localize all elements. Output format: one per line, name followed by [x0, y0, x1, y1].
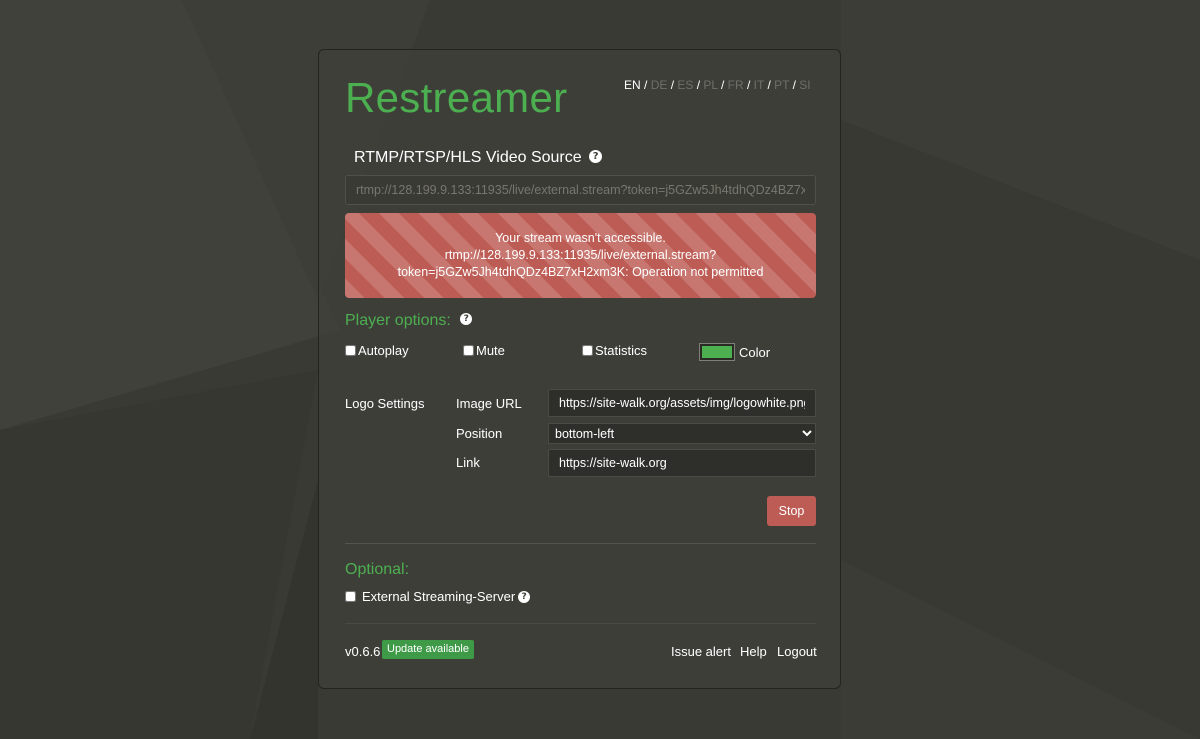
language-switcher: EN / DE / ES / PL / FR / IT / PT / SI — [624, 78, 811, 92]
video-source-heading: RTMP/RTSP/HLS Video Source ? — [354, 149, 603, 167]
player-options-title: Player options: — [345, 312, 451, 329]
position-select[interactable]: bottom-left — [548, 423, 816, 444]
color-picker[interactable] — [699, 343, 735, 361]
link-label: Link — [456, 455, 480, 470]
mute-label: Mute — [476, 343, 505, 358]
statistics-option[interactable]: Statistics — [582, 343, 647, 358]
stop-button[interactable]: Stop — [767, 496, 816, 526]
autoplay-checkbox[interactable] — [345, 345, 356, 356]
logout-link[interactable]: Logout — [777, 644, 817, 659]
lang-si[interactable]: SI — [799, 78, 810, 92]
statistics-label: Statistics — [595, 343, 648, 358]
autoplay-option[interactable]: Autoplay — [345, 343, 409, 358]
question-circle-icon[interactable]: ? — [460, 313, 473, 326]
color-option: Color — [699, 343, 771, 361]
app-title: Restreamer — [345, 74, 568, 121]
mute-checkbox[interactable] — [463, 345, 474, 356]
logo-settings-label: Logo Settings — [345, 396, 425, 411]
question-circle-icon[interactable]: ? — [518, 590, 531, 603]
lang-it[interactable]: IT — [754, 78, 764, 92]
external-server-checkbox[interactable] — [345, 591, 356, 602]
version-text: v0.6.6 — [345, 644, 381, 659]
lang-pl[interactable]: PL — [703, 78, 717, 92]
stream-error-alert: Your stream wasn't accessible. rtmp://12… — [345, 213, 816, 298]
update-available-badge[interactable]: Update available — [382, 640, 474, 659]
image-url-label: Image URL — [456, 396, 522, 411]
optional-title: Optional: — [345, 561, 410, 578]
image-url-input[interactable] — [548, 389, 816, 417]
section-divider — [345, 543, 816, 544]
footer-divider — [345, 623, 816, 624]
question-circle-icon[interactable]: ? — [589, 149, 603, 163]
issue-alert-link[interactable]: Issue alert — [671, 644, 731, 659]
autoplay-label: Autoplay — [358, 343, 409, 358]
player-options-heading: Player options: ? — [345, 312, 473, 330]
external-server-label: External Streaming-Server — [362, 589, 516, 604]
error-url: rtmp://128.199.9.133:11935/live/external… — [444, 248, 717, 262]
video-source-input[interactable] — [345, 175, 816, 205]
lang-de[interactable]: DE — [651, 78, 668, 92]
mute-option[interactable]: Mute — [463, 343, 505, 358]
position-label: Position — [456, 426, 503, 441]
video-source-label: RTMP/RTSP/HLS Video Source — [354, 149, 582, 166]
statistics-checkbox[interactable] — [582, 345, 593, 356]
lang-en[interactable]: EN — [624, 78, 641, 92]
lang-es[interactable]: ES — [677, 78, 693, 92]
lang-fr[interactable]: FR — [728, 78, 744, 92]
help-link[interactable]: Help — [740, 644, 767, 659]
external-server-option[interactable]: External Streaming-Server ? — [345, 589, 531, 604]
lang-pt[interactable]: PT — [774, 78, 789, 92]
error-message: Your stream wasn't accessible. — [495, 231, 666, 245]
restreamer-panel: Restreamer EN / DE / ES / PL / FR / IT /… — [318, 49, 841, 689]
color-label: Color — [739, 344, 771, 360]
error-detail: token=j5GZw5Jh4tdhQDz4BZ7xH2xm3K: Operat… — [397, 265, 764, 279]
link-input[interactable] — [548, 449, 816, 477]
